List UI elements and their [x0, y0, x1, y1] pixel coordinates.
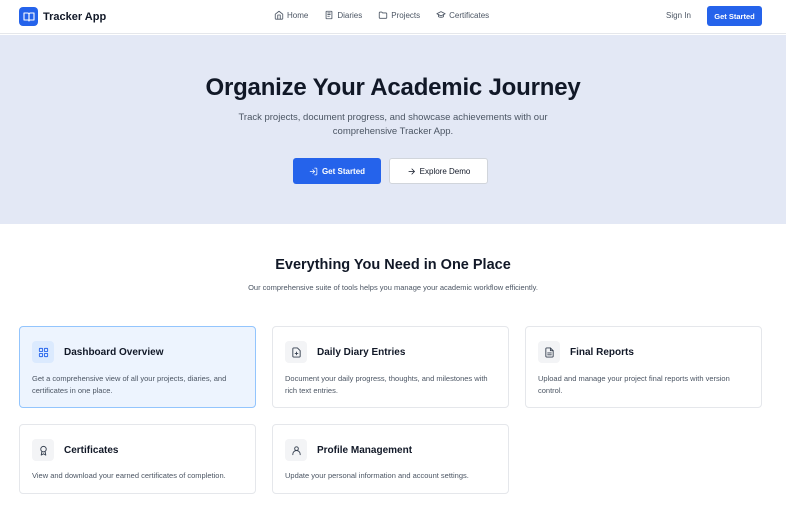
card-description: View and download your earned certificat… [32, 471, 226, 480]
nav-home-label: Home [287, 10, 309, 20]
card-description: Document your daily progress, thoughts, … [285, 374, 488, 395]
top-header: Tracker App Home Diaries Projects Certif… [0, 0, 786, 34]
card-description: Get a comprehensive view of all your pro… [32, 374, 227, 395]
award-icon [32, 439, 54, 461]
card-title: Daily Diary Entries [317, 347, 406, 358]
user-icon [285, 439, 307, 461]
feature-card-diary[interactable]: Daily Diary Entries Document your daily … [272, 326, 509, 408]
dashboard-icon [32, 341, 54, 363]
graduation-cap-icon [436, 11, 446, 18]
book-icon [326, 10, 333, 20]
diary-icon [285, 341, 307, 363]
card-title: Dashboard Overview [64, 347, 164, 358]
explore-demo-label: Explore Demo [419, 166, 471, 176]
card-title: Final Reports [570, 347, 634, 358]
brand-name: Tracker App [43, 10, 107, 23]
report-icon [538, 341, 560, 363]
brand[interactable]: Tracker App [19, 7, 106, 26]
home-icon [274, 10, 284, 20]
explore-demo-button[interactable]: Explore Demo [389, 158, 488, 184]
feature-card-certificates[interactable]: Certificates View and download your earn… [19, 424, 256, 494]
arrow-right-icon [408, 168, 415, 174]
nav-certificates-label: Certificates [449, 10, 490, 20]
get-started-label: Get Started [321, 166, 366, 176]
feature-card-dashboard[interactable]: Dashboard Overview Get a comprehensive v… [19, 326, 256, 408]
main-nav: Home Diaries Projects Certificates [274, 10, 489, 20]
card-title: Profile Management [317, 445, 413, 456]
header-get-started-button[interactable]: Get Started [707, 6, 762, 26]
features-subtitle: Our comprehensive suite of tools helps y… [248, 283, 538, 292]
nav-certificates[interactable]: Certificates [436, 10, 489, 20]
hero-section: Organize Your Academic Journey Track pro… [0, 35, 786, 224]
features-title: Everything You Need in One Place [275, 257, 511, 273]
feature-card-profile[interactable]: Profile Management Update your personal … [272, 424, 509, 494]
nav-projects-label: Projects [391, 10, 421, 20]
card-title: Certificates [64, 445, 119, 456]
card-description: Update your personal information and acc… [285, 471, 469, 480]
nav-diaries[interactable]: Diaries [324, 10, 362, 20]
nav-home[interactable]: Home [274, 10, 308, 20]
book-logo-icon [19, 7, 38, 26]
card-description: Upload and manage your project final rep… [538, 374, 730, 395]
get-started-button[interactable]: Get Started [293, 158, 381, 184]
hero-title: Organize Your Academic Journey [205, 74, 581, 101]
folder-icon [379, 11, 388, 19]
nav-projects[interactable]: Projects [378, 10, 420, 20]
sign-in-link[interactable]: Sign In [666, 11, 691, 20]
hero-subtitle: Track projects, document progress, and s… [238, 112, 548, 137]
login-icon [309, 167, 318, 175]
nav-diaries-label: Diaries [337, 10, 363, 20]
feature-card-reports[interactable]: Final Reports Upload and manage your pro… [525, 326, 762, 408]
